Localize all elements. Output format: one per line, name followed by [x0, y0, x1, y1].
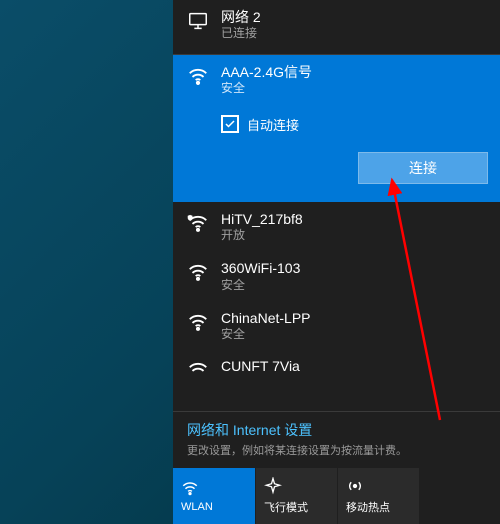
settings-subtitle: 更改设置，例如将某连接设置为按流量计费。: [187, 442, 486, 458]
tile-airplane[interactable]: 飞行模式: [255, 468, 337, 524]
network-name: 360WiFi-103: [221, 259, 300, 277]
tile-label: 飞行模式: [264, 499, 308, 515]
auto-connect-checkbox[interactable]: [221, 115, 239, 133]
network-name: CUNFT 7Via: [221, 357, 300, 373]
selected-network-status: 安全: [221, 81, 312, 97]
wifi-icon: [187, 311, 209, 333]
quick-action-tiles: WLAN 飞行模式 移动热点: [173, 468, 500, 524]
network-item[interactable]: ChinaNet-LPP 安全: [173, 301, 500, 351]
ethernet-item[interactable]: 网络 2 已连接: [173, 0, 500, 55]
network-settings-link[interactable]: 网络和 Internet 设置 更改设置，例如将某连接设置为按流量计费。: [173, 411, 500, 468]
settings-title: 网络和 Internet 设置: [187, 420, 486, 440]
network-item[interactable]: HiTV_217bf8 开放: [173, 202, 500, 252]
ethernet-icon: [187, 10, 209, 32]
ethernet-name: 网络 2: [221, 8, 261, 26]
wifi-open-shield-icon: [187, 212, 209, 234]
wifi-icon: [187, 65, 209, 87]
auto-connect-row[interactable]: 自动连接: [173, 105, 500, 140]
network-name: ChinaNet-LPP: [221, 309, 311, 327]
connect-button[interactable]: 连接: [358, 152, 488, 184]
selected-network-name: AAA-2.4G信号: [221, 63, 312, 81]
connect-button-row: 连接: [173, 140, 500, 202]
auto-connect-label: 自动连接: [247, 115, 299, 134]
tile-label: WLAN: [181, 501, 213, 513]
network-item[interactable]: CUNFT 7Via: [173, 351, 500, 373]
network-status: 安全: [221, 278, 300, 294]
network-status: 开放: [221, 228, 303, 244]
tile-label: 移动热点: [346, 499, 390, 515]
tile-wlan[interactable]: WLAN: [173, 468, 255, 524]
wifi-icon: [181, 479, 199, 497]
wifi-icon: [187, 261, 209, 283]
wifi-icon: [187, 359, 209, 373]
network-status: 安全: [221, 327, 311, 343]
airplane-icon: [264, 477, 282, 495]
network-item[interactable]: 360WiFi-103 安全: [173, 251, 500, 301]
tile-hotspot[interactable]: 移动热点: [337, 468, 419, 524]
network-name: HiTV_217bf8: [221, 210, 303, 228]
network-flyout: 网络 2 已连接 AAA-2.4G信号 安全 自动连接 连接: [173, 0, 500, 524]
hotspot-icon: [346, 477, 364, 495]
selected-network-item[interactable]: AAA-2.4G信号 安全: [173, 55, 500, 105]
network-list: 网络 2 已连接 AAA-2.4G信号 安全 自动连接 连接: [173, 0, 500, 411]
ethernet-status: 已连接: [221, 26, 261, 42]
